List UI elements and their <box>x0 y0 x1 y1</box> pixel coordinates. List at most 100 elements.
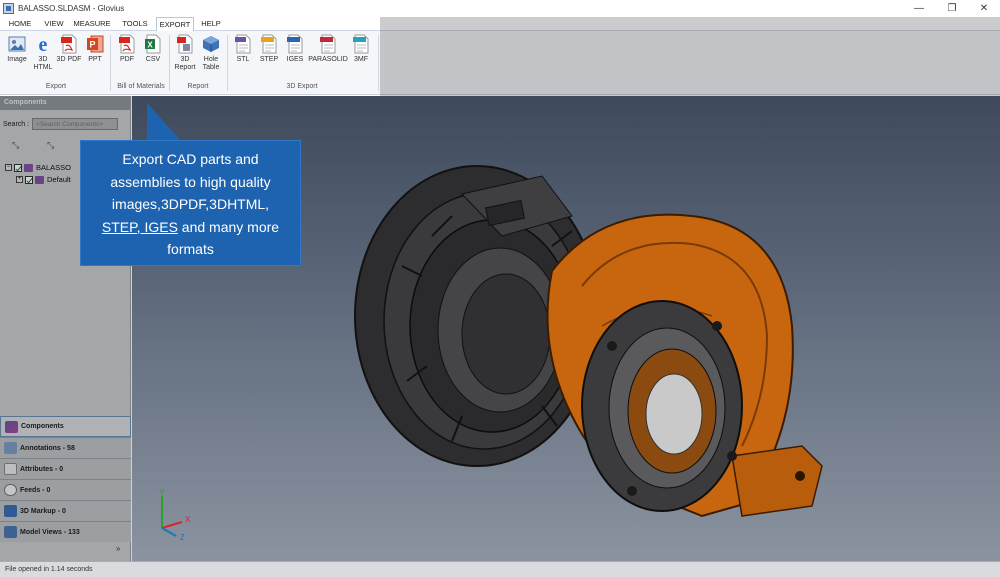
3d-html-label: 3D HTML <box>33 56 53 71</box>
collapse-all-icon[interactable]: ⤡ <box>47 140 57 150</box>
export-3d-html-button[interactable]: e 3D HTML <box>30 34 56 72</box>
callout-line: STEP, IGES and many more <box>81 216 300 239</box>
menu-bar: HOME VIEW MEASURE TOOLS EXPORT HELP <box>0 17 1000 32</box>
title-bar: BALASSO.SLDASM - Glovius — ❐ ✕ <box>0 0 1000 17</box>
bom-pdf-button[interactable]: PDF <box>114 34 140 64</box>
tab-label: Components <box>21 423 64 430</box>
close-button[interactable]: ✕ <box>970 0 998 17</box>
maximize-button[interactable]: ❐ <box>938 0 966 17</box>
step-file-icon <box>261 34 277 54</box>
parasolid-label: PARASOLID <box>308 56 348 63</box>
3d-report-button[interactable]: 3D Report <box>172 34 198 72</box>
callout-pointer <box>147 103 181 141</box>
expand-all-icon[interactable]: ⤡ <box>12 140 22 150</box>
visibility-checkbox[interactable] <box>14 163 22 172</box>
callout-line: images,3DPDF,3DHTML, <box>111 196 270 212</box>
export-callout: Export CAD parts and assemblies to high … <box>80 140 301 266</box>
search-input[interactable] <box>32 118 119 130</box>
group-divider <box>378 35 379 91</box>
iges-label: IGES <box>286 56 304 63</box>
tab-attributes[interactable]: Attributes - 0 <box>0 458 131 479</box>
pdf-label: PDF <box>120 56 134 63</box>
tab-label: Feeds - 0 <box>20 486 51 494</box>
3mf-file-icon <box>353 34 369 54</box>
callout-link[interactable]: STEP, IGES <box>102 219 178 235</box>
assembly-icon <box>24 163 33 172</box>
status-bar: File opened in 1.14 seconds <box>0 561 1000 577</box>
attributes-icon <box>4 463 17 475</box>
x-axis-label: X <box>185 515 191 524</box>
tab-annotations[interactable]: Annotations - 58 <box>0 437 131 458</box>
search-row: Search : <box>3 118 119 130</box>
parasolid-file-icon <box>320 34 336 54</box>
annotations-icon <box>4 442 17 454</box>
tab-export[interactable]: EXPORT <box>156 17 194 32</box>
window-title: BALASSO.SLDASM - Glovius <box>18 4 125 13</box>
tab-3d-markup[interactable]: 3D Markup - 0 <box>0 500 131 521</box>
tree-label: Default <box>47 175 71 184</box>
report-icon <box>177 34 193 54</box>
tab-measure[interactable]: MEASURE <box>70 17 114 31</box>
z-axis-line <box>161 527 177 537</box>
export-3d-pdf-button[interactable]: 3D PDF <box>56 34 82 64</box>
axis-triad: Y X Z <box>159 488 191 542</box>
x-axis-line <box>161 521 183 529</box>
tab-tools[interactable]: TOOLS <box>116 17 154 31</box>
callout-text: and many more <box>177 218 280 235</box>
panel-header: Components <box>0 96 130 110</box>
tab-view[interactable]: VIEW <box>39 17 69 31</box>
tab-model-views[interactable]: Model Views - 133 <box>0 521 131 542</box>
tab-components[interactable]: Components <box>0 416 131 437</box>
tab-help[interactable]: HELP <box>195 17 227 31</box>
callout-line: Export CAD parts and <box>122 151 259 167</box>
group-label-3d-export: 3D Export <box>286 83 318 90</box>
expand-panel-icon[interactable]: » <box>116 544 120 553</box>
csv-label: CSV <box>145 56 161 63</box>
tab-label: Annotations - 58 <box>20 444 75 452</box>
3mf-export-button[interactable]: 3MF <box>348 34 374 64</box>
ppt-icon: P <box>87 35 104 53</box>
group-divider <box>110 35 111 91</box>
tree-node-balasso[interactable]: − BALASSO <box>5 163 71 172</box>
group-label-bom: Bill of Materials <box>117 83 165 90</box>
z-axis-label: Z <box>180 533 185 542</box>
bom-csv-button[interactable]: X CSV <box>140 34 166 64</box>
group-label-report: Report <box>187 83 209 90</box>
image-icon <box>8 36 26 52</box>
tree-label: BALASSO <box>36 163 72 172</box>
outlet-flange <box>581 300 743 512</box>
parasolid-export-button[interactable]: PARASOLID <box>308 34 348 64</box>
stl-label: STL <box>236 56 250 63</box>
ppt-label: PPT <box>88 56 102 63</box>
iges-file-icon <box>287 34 303 54</box>
y-axis-label: Y <box>159 488 165 497</box>
markup-icon <box>4 505 17 517</box>
iges-export-button[interactable]: IGES <box>282 34 308 64</box>
export-ribbon: Image e 3D HTML 3D PDF P PPT Export PDF … <box>0 31 1000 95</box>
minimize-button[interactable]: — <box>905 0 933 17</box>
tree-collapse-icon[interactable]: − <box>5 164 12 171</box>
3d-pdf-label: 3D PDF <box>56 56 82 63</box>
svg-text:X: X <box>147 41 153 50</box>
tab-home[interactable]: HOME <box>3 17 37 31</box>
visibility-checkbox[interactable] <box>25 175 33 184</box>
step-export-button[interactable]: STEP <box>256 34 282 64</box>
tab-label: Model Views - 133 <box>20 528 80 536</box>
tree-node-default[interactable]: + Default <box>16 175 71 184</box>
hole-table-button[interactable]: Hole Table <box>198 34 224 72</box>
svg-text:P: P <box>89 40 95 50</box>
pdf-icon <box>61 34 77 54</box>
stl-export-button[interactable]: STL <box>230 34 256 64</box>
pdf-icon <box>119 34 135 54</box>
group-label-export: Export <box>45 83 67 90</box>
tab-label: 3D Markup - 0 <box>20 507 66 515</box>
image-label: Image <box>7 56 27 63</box>
stl-file-icon <box>235 34 251 54</box>
export-image-button[interactable]: Image <box>4 34 30 64</box>
tab-feeds[interactable]: Feeds - 0 <box>0 479 131 500</box>
export-ppt-button[interactable]: P PPT <box>82 34 108 64</box>
tree-expand-icon[interactable]: + <box>16 176 23 183</box>
feeds-icon <box>4 484 17 496</box>
csv-icon: X <box>145 34 161 54</box>
components-icon <box>5 420 18 433</box>
